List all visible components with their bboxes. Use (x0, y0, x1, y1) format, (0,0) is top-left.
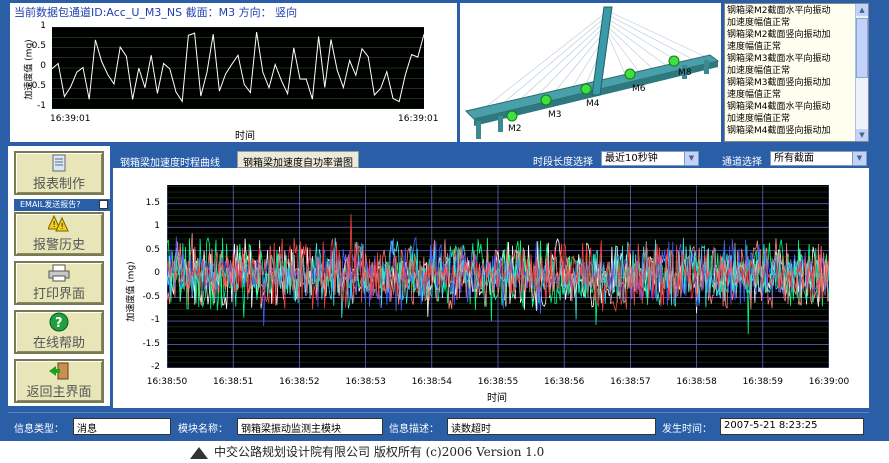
alarm-history-label: 报警历史 (32, 238, 85, 253)
mini-chart-panel: 当前数据包通道ID:Acc_U_M3_NS 截面：M3 方向： 竖向 加速度值 … (10, 3, 457, 142)
ytick-label: -1.5 (142, 338, 160, 349)
period-select[interactable]: 最近10秒钟 ▼ (601, 151, 699, 166)
tab-time-history[interactable]: 钢箱梁加速度时程曲线 (114, 151, 226, 169)
message-item: 速度幅值正常 (727, 42, 782, 52)
main-chart-xticks: 16:38:50 16:38:51 16:38:52 16:38:53 16:38:54… (0, 377, 889, 389)
channel-select[interactable]: 所有截面 ▼ (770, 151, 867, 166)
main-chart-plot (167, 185, 829, 368)
ytick: 0 (40, 61, 46, 71)
app-window: 当前数据包通道ID:Acc_U_M3_NS 截面：M3 方向： 竖向 加速度值 … (0, 0, 889, 459)
mini-chart-xlabel: 时间 (235, 131, 255, 142)
bridge-label-m4: M4 (586, 99, 600, 109)
xtick-label: 16:39:00 (808, 377, 850, 387)
xtick-label: 16:38:55 (477, 377, 519, 387)
ytick-label: -1 (151, 315, 160, 326)
bridge-model-panel: M2 M3 M4 M6 M8 (460, 3, 721, 142)
channel-label: 通道选择 (722, 157, 762, 168)
xtick-label: 16:38:54 (411, 377, 452, 387)
xtick-label: 16:38:58 (676, 377, 717, 387)
xtick-label: 16:38:52 (279, 377, 320, 387)
alarm-history-button[interactable]: !! 报警历史 (14, 212, 104, 256)
info-type-label: 信息类型： (14, 424, 64, 435)
print-button[interactable]: 打印界面 (14, 261, 104, 305)
message-item: 加速度幅值正常 (727, 66, 791, 76)
help-button[interactable]: ? 在线帮助 (14, 310, 104, 354)
ytick-label: -0.5 (142, 291, 160, 302)
info-type-field: 消息 (73, 418, 171, 435)
chevron-down-icon[interactable]: ▼ (852, 152, 866, 165)
message-item: 钢箱梁M2截面水平向振动 (727, 6, 831, 16)
message-list-panel[interactable]: 钢箱梁M2截面水平向振动 加速度幅值正常 钢箱梁M2截面竖向振动加 速度幅值正常 钢箱梁… (724, 3, 869, 142)
chevron-down-icon[interactable]: ▼ (684, 152, 698, 165)
ytick: 0.5 (31, 41, 46, 51)
main-chart-xlabel: 时间 (487, 393, 507, 404)
ytick-label: 1.5 (145, 197, 160, 208)
ytick: -1 (37, 101, 46, 111)
bridge-label-m8: M8 (678, 68, 692, 78)
tab-power-spectrum-label: 钢箱梁加速度自功率谱图 (243, 158, 353, 169)
warning-icon: !! (48, 215, 70, 233)
message-item: 钢箱梁M4截面水平向振动 (727, 102, 831, 112)
main-chart-yticks: 1.5 1 0.5 0 -0.5 -1 -1.5 -2 (132, 0, 162, 459)
xtick-label: 16:38:50 (146, 377, 188, 387)
ytick-label: 1 (154, 221, 160, 232)
report-button-label: 报表制作 (32, 177, 85, 192)
svg-text:!: ! (53, 220, 56, 229)
period-select-value: 最近10秒钟 (605, 153, 658, 164)
ytick: -0.5 (28, 81, 46, 91)
scroll-down-arrow-icon[interactable]: ▼ (856, 129, 868, 141)
ytick-label: 0 (154, 268, 160, 279)
module-name-field: 钢箱梁振动监测主模块 (237, 418, 383, 435)
copyright-text: 中交公路规划设计院有限公司 版权所有 (c)2006 Version 1.0 (214, 445, 545, 459)
print-button-label: 打印界面 (32, 287, 85, 302)
info-desc-label: 信息描述： (389, 424, 439, 435)
message-scrollbar[interactable]: ▲ ▼ (855, 4, 868, 141)
bridge-model-image: M2 M3 M4 M6 M8 (465, 6, 720, 139)
svg-text:?: ? (55, 316, 63, 331)
ytick: 1 (40, 21, 46, 31)
xtick-label: 16:38:57 (610, 377, 651, 387)
xtick-label: 16:38:56 (543, 377, 585, 387)
message-item: 钢箱梁M3截面竖向振动加 (727, 78, 831, 88)
bridge-label-m2: M2 (508, 124, 522, 134)
message-item: 加速度幅值正常 (727, 114, 791, 124)
xtick-label: 16:38:53 (345, 377, 386, 387)
channel-select-value: 所有截面 (774, 153, 814, 164)
message-item: 速度幅值正常 (727, 90, 782, 100)
time-label: 发生时间： (662, 424, 712, 435)
xtick-label: 16:38:51 (212, 377, 254, 387)
help-button-label: 在线帮助 (32, 336, 85, 351)
message-item: 钢箱梁M4截面竖向振动加 (727, 126, 831, 136)
message-item: 钢箱梁M3截面水平向振动 (727, 54, 831, 64)
message-item: 钢箱梁M2截面竖向振动加 (727, 30, 831, 40)
ytick-label: 0.5 (145, 244, 160, 255)
ytick-label: -2 (151, 362, 160, 372)
mini-chart-plot (52, 27, 424, 109)
printer-icon (48, 264, 70, 282)
email-report-checkbox[interactable] (99, 200, 108, 209)
scroll-up-arrow-icon[interactable]: ▲ (856, 4, 868, 16)
footer: 中交公路规划设计院有限公司 版权所有 (c)2006 Version 1.0 (0, 441, 889, 459)
info-desc-field: 读数超时 (447, 418, 656, 435)
bridge-label-m6: M6 (632, 84, 646, 94)
svg-text:!: ! (61, 222, 64, 231)
message-item: 加速度幅值正常 (727, 18, 791, 28)
report-icon (48, 154, 70, 172)
help-icon: ? (48, 312, 70, 332)
company-logo-icon (190, 444, 208, 459)
xtick-label: 16:38:59 (742, 377, 783, 387)
scroll-thumb[interactable] (856, 18, 868, 78)
period-label: 时段长度选择 (533, 157, 593, 168)
mini-chart-x-end: 16:39:01 (398, 114, 439, 124)
bridge-label-m3: M3 (548, 110, 562, 120)
module-name-label: 模块名称： (178, 424, 228, 435)
message-list: 钢箱梁M2截面水平向振动 加速度幅值正常 钢箱梁M2截面竖向振动加 速度幅值正常 钢箱梁… (727, 5, 855, 137)
mini-chart-yticks: 1 0.5 0 -0.5 -1 (28, 21, 48, 113)
email-report-row: EMAIL发送报告? (14, 199, 110, 211)
time-field: 2007-5-21 8:23:25 (720, 418, 864, 435)
report-button[interactable]: 报表制作 (14, 151, 104, 195)
mini-chart-x-start: 16:39:01 (50, 114, 91, 124)
tab-power-spectrum[interactable]: 钢箱梁加速度自功率谱图 (237, 151, 359, 169)
email-report-label: EMAIL发送报告? (20, 200, 81, 209)
